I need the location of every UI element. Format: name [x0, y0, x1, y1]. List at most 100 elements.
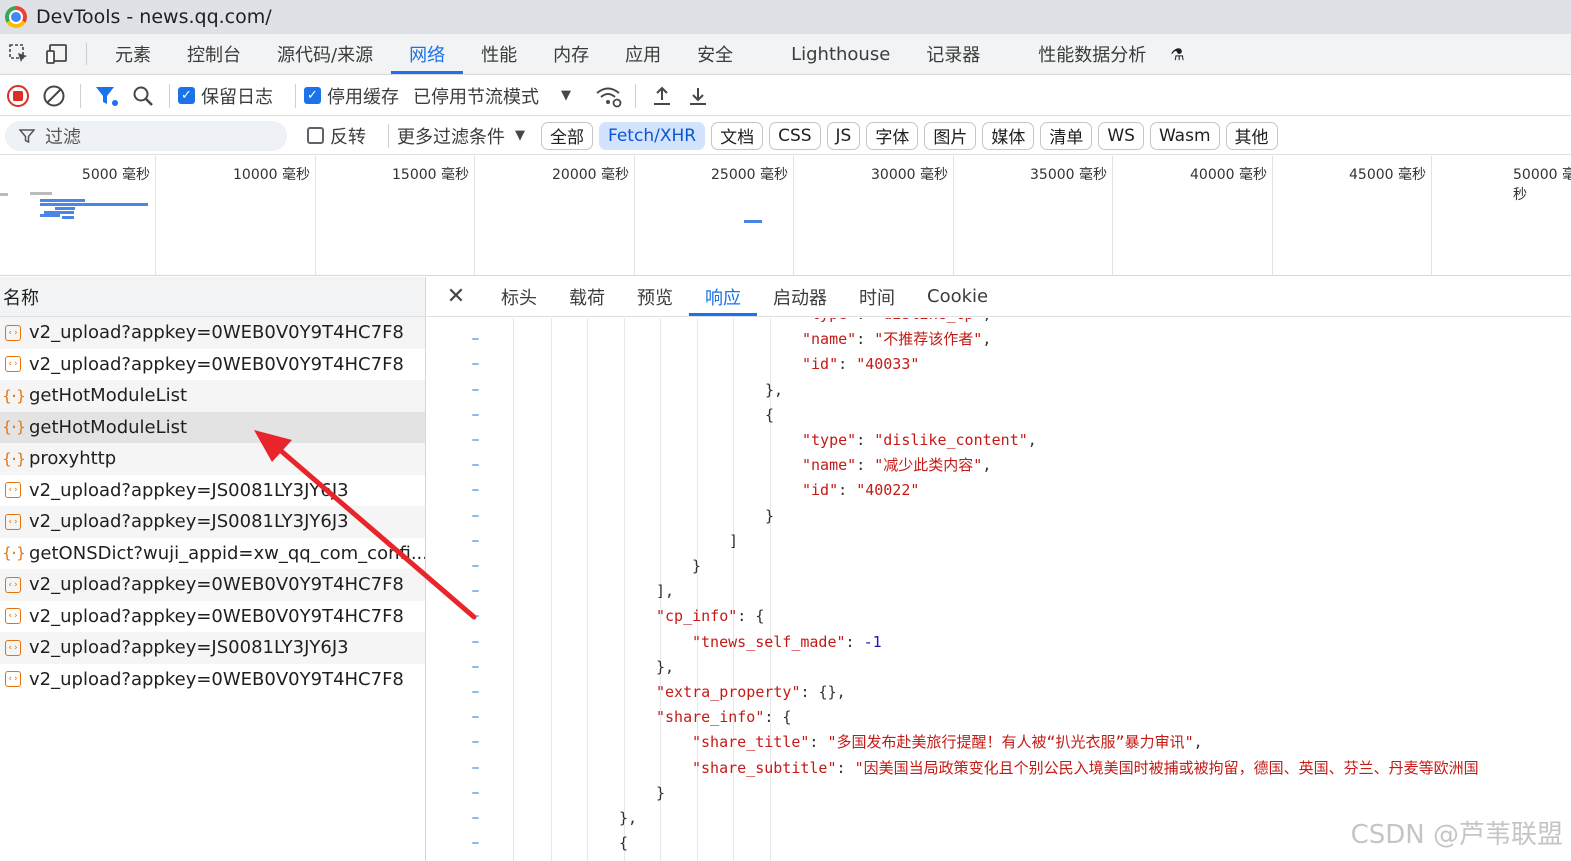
filter-type-chip[interactable]: Fetch/XHR: [599, 121, 706, 150]
fold-marker-icon[interactable]: –: [471, 529, 480, 554]
close-detail-icon[interactable]: ✕: [427, 277, 485, 316]
invert-checkbox[interactable]: 反转: [307, 123, 366, 149]
xhr-box-icon: ‹›: [4, 670, 22, 688]
request-row[interactable]: ‹› v2_upload?appkey=0WEB0V0Y9T4HC7F8: [0, 569, 425, 601]
detail-tab[interactable]: 标头: [485, 277, 553, 316]
throttle-select[interactable]: 已停用节流模式 ▼: [413, 83, 571, 109]
filter-type-chip[interactable]: Wasm: [1149, 121, 1220, 150]
fold-marker-icon[interactable]: –: [471, 655, 480, 680]
filter-type-chip[interactable]: 全部: [541, 121, 593, 150]
toolbar-separator: [388, 123, 389, 148]
filter-type-chip[interactable]: 图片: [924, 121, 977, 150]
xhr-box-icon: ‹›: [4, 639, 22, 657]
code-text: "extra_property": {},: [656, 683, 846, 701]
main-tab[interactable]: 源代码/来源: [259, 34, 391, 74]
fold-marker-icon[interactable]: –: [471, 504, 480, 529]
request-name: v2_upload?appkey=0WEB0V0Y9T4HC7F8: [29, 322, 404, 344]
fold-marker-icon[interactable]: –: [471, 352, 480, 377]
filter-toggle-button[interactable]: [89, 78, 125, 114]
code-text: ],: [656, 582, 675, 601]
main-tab[interactable]: 内存: [535, 34, 607, 74]
fold-marker-icon[interactable]: –: [471, 831, 480, 856]
fold-marker-icon[interactable]: –: [471, 428, 480, 453]
search-button[interactable]: [125, 78, 161, 114]
filter-input[interactable]: 过滤: [5, 120, 287, 151]
disable-cache-checkbox[interactable]: ✓ 停用缓存: [304, 83, 399, 109]
fold-marker-icon[interactable]: –: [471, 378, 480, 403]
request-row[interactable]: ‹› v2_upload?appkey=0WEB0V0Y9T4HC7F8: [0, 600, 425, 632]
main-tab[interactable]: 性能: [463, 34, 535, 74]
fold-marker-icon[interactable]: –: [471, 806, 480, 831]
fold-marker-icon[interactable]: –: [471, 579, 480, 604]
request-row[interactable]: ‹› v2_upload?appkey=0WEB0V0Y9T4HC7F8: [0, 317, 425, 349]
detail-tab[interactable]: 响应: [689, 277, 757, 316]
main-tab[interactable]: 应用: [607, 34, 679, 74]
fold-marker-icon[interactable]: –: [471, 604, 480, 629]
main-tab[interactable]: 安全: [679, 34, 751, 74]
request-row[interactable]: {·} getHotModuleList: [0, 380, 425, 412]
filter-type-chip[interactable]: 其他: [1225, 121, 1278, 150]
overview-gridline: [1112, 156, 1113, 275]
filter-type-chip[interactable]: 文档: [711, 121, 764, 150]
filter-placeholder: 过滤: [45, 126, 81, 148]
preserve-log-checkbox[interactable]: ✓ 保留日志: [178, 83, 273, 109]
main-tab[interactable]: 性能数据分析: [998, 34, 1164, 74]
response-viewer[interactable]: – "type": "dislike_cp", – "name": "不推荐该作者",…: [427, 318, 1571, 861]
request-name: v2_upload?appkey=JS0081LY3JY6J3: [29, 479, 349, 501]
filter-type-chip[interactable]: 字体: [866, 121, 919, 150]
network-conditions-button[interactable]: [591, 78, 627, 114]
overview-gridline: [155, 156, 156, 275]
code-text: }: [656, 783, 666, 802]
more-filters-dropdown[interactable]: 更多过滤条件 ▼: [397, 123, 525, 149]
fold-marker-icon[interactable]: –: [471, 453, 480, 478]
fold-marker-icon[interactable]: –: [471, 403, 480, 428]
detail-tab[interactable]: 时间: [843, 277, 911, 316]
overview-gridline: [474, 156, 475, 275]
filter-type-chip[interactable]: JS: [826, 121, 861, 150]
code-text: },: [619, 809, 638, 827]
fold-marker-icon[interactable]: –: [471, 478, 480, 503]
name-column-header[interactable]: 名称: [0, 277, 425, 317]
request-row[interactable]: {·} getHotModuleList: [0, 411, 425, 443]
filter-type-chip[interactable]: 媒体: [982, 121, 1035, 150]
inspect-element-icon[interactable]: [0, 34, 38, 74]
detail-tab[interactable]: 启动器: [757, 277, 843, 316]
disable-cache-label: 停用缓存: [327, 86, 399, 108]
fold-marker-icon[interactable]: –: [471, 781, 480, 806]
fold-marker-icon[interactable]: –: [471, 630, 480, 655]
overview-tick-label: 45000 毫秒: [1349, 167, 1426, 183]
main-tab[interactable]: 网络: [391, 34, 464, 74]
request-row[interactable]: ‹› v2_upload?appkey=JS0081LY3JY6J3: [0, 506, 425, 538]
overview-tick-label: 25000 毫秒: [711, 167, 788, 183]
detail-tab[interactable]: Cookie: [911, 277, 1004, 316]
fold-marker-icon[interactable]: –: [471, 756, 480, 781]
filter-type-chip[interactable]: 清单: [1040, 121, 1093, 150]
stop-recording-button[interactable]: [0, 78, 36, 114]
detail-tab[interactable]: 预览: [621, 277, 689, 316]
fold-marker-icon[interactable]: –: [471, 705, 480, 730]
export-har-button[interactable]: [680, 78, 716, 114]
main-tab[interactable]: 记录器: [908, 34, 998, 74]
import-har-button[interactable]: [644, 78, 680, 114]
request-row[interactable]: ‹› v2_upload?appkey=JS0081LY3JY6J3: [0, 632, 425, 664]
fold-marker-icon[interactable]: –: [471, 554, 480, 579]
fold-marker-icon[interactable]: –: [471, 318, 480, 327]
code-line: –}: [427, 554, 1571, 579]
clear-button[interactable]: [36, 78, 72, 114]
fold-marker-icon[interactable]: –: [471, 680, 480, 705]
request-row[interactable]: ‹› v2_upload?appkey=0WEB0V0Y9T4HC7F8: [0, 348, 425, 380]
main-tab[interactable]: Lighthouse: [751, 34, 908, 74]
network-overview-timeline[interactable]: 5000 毫秒 10000 毫秒 15000 毫秒 20000 毫秒 25000 毫秒 3…: [0, 156, 1571, 276]
main-tab[interactable]: 元素: [97, 34, 169, 74]
main-tab[interactable]: 控制台: [169, 34, 259, 74]
device-toolbar-icon[interactable]: [38, 34, 76, 74]
detail-tab[interactable]: 载荷: [553, 277, 621, 316]
request-row[interactable]: {·} proxyhttp: [0, 443, 425, 475]
fold-marker-icon[interactable]: –: [471, 730, 480, 755]
request-row[interactable]: ‹› v2_upload?appkey=JS0081LY3JY6J3: [0, 474, 425, 506]
request-row[interactable]: ‹› v2_upload?appkey=0WEB0V0Y9T4HC7F8: [0, 663, 425, 695]
filter-type-chip[interactable]: CSS: [769, 121, 821, 150]
fold-marker-icon[interactable]: –: [471, 327, 480, 352]
request-row[interactable]: {·} getONSDict?wuji_appid=xw_qq_com_confi…: [0, 537, 425, 569]
filter-type-chip[interactable]: WS: [1098, 121, 1144, 150]
